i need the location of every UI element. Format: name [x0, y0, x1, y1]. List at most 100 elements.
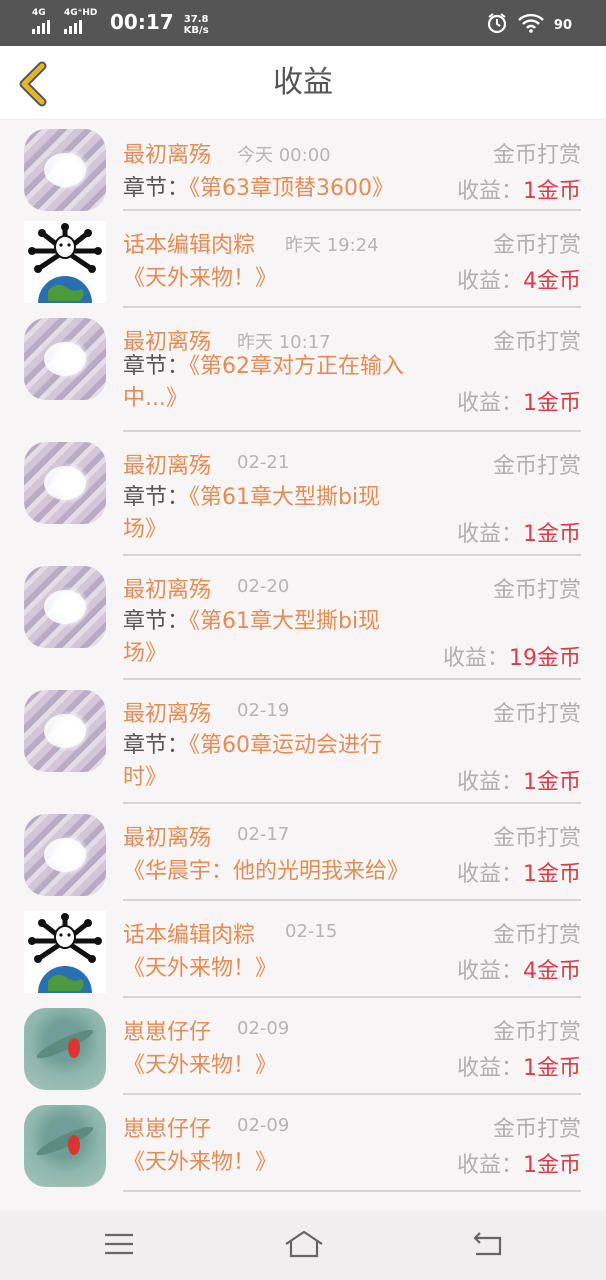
earn-label: 收益：: [456, 770, 523, 795]
list-item[interactable]: 话本编辑肉粽 02-15 金币打赏 《天外来物！》 收益：4金币: [0, 901, 606, 998]
work-title-line2[interactable]: 场》: [123, 638, 167, 669]
list-item[interactable]: 话本编辑肉粽 昨天 19:24 金币打赏 《天外来物！》 收益：4金币: [0, 211, 606, 308]
list-item-content: 最初离殇 02-17 金币打赏 《华晨宇：他的光明我来给》 收益：1金币: [123, 804, 581, 901]
earn-label: 收益：: [456, 269, 523, 294]
speed-value: 37.8: [183, 14, 209, 25]
username[interactable]: 最初离殇: [123, 448, 211, 480]
earn-label: 收益：: [456, 862, 523, 887]
home-button[interactable]: [284, 1226, 324, 1262]
work-title[interactable]: 章节：《第60章运动会进行: [123, 730, 382, 761]
chapter-prefix: 章节：: [123, 176, 190, 201]
avatar[interactable]: [24, 318, 106, 400]
earn-amount: 1金币: [523, 179, 581, 204]
battery-indicator: 90: [553, 17, 572, 33]
list-item[interactable]: 最初离殇 昨天 10:17 金币打赏 章节：《第62章对方正在输入 中...》 …: [0, 308, 606, 432]
earn-label: 收益：: [456, 391, 523, 416]
avatar[interactable]: [24, 690, 106, 772]
app-header: 收益: [0, 46, 606, 120]
list-item[interactable]: 崽崽仔仔 02-09 金币打赏 《天外来物！》 收益：1金币: [0, 998, 606, 1095]
avatar[interactable]: [24, 221, 106, 303]
system-nav-bar: [0, 1210, 606, 1280]
timestamp: 今天 00:00: [237, 145, 331, 166]
avatar[interactable]: [24, 442, 106, 524]
timestamp: 02-21: [237, 452, 290, 473]
network-label-2: 4G⁺HD: [64, 8, 98, 18]
list-item[interactable]: 最初离殇 今天 00:00 金币打赏 章节：《第63章顶替3600》 收益：1金…: [0, 121, 606, 211]
network-label-1: 4G: [32, 8, 46, 18]
chapter-prefix: 章节：: [123, 733, 190, 758]
chapter-prefix: 章节：: [123, 609, 190, 634]
timestamp: 02-17: [237, 824, 290, 845]
list-item-content: 最初离殇 今天 00:00 金币打赏 章节：《第63章顶替3600》 收益：1金…: [123, 121, 581, 211]
username[interactable]: 最初离殇: [123, 696, 211, 728]
timestamp: 02-19: [237, 700, 290, 721]
work-title[interactable]: 《天外来物！》: [123, 1147, 277, 1178]
work-title[interactable]: 《天外来物！》: [123, 263, 277, 294]
username[interactable]: 最初离殇: [123, 572, 211, 604]
earnings: 收益：1金币: [457, 173, 581, 205]
username[interactable]: 崽崽仔仔: [123, 1014, 211, 1046]
earnings: 收益：1金币: [457, 764, 581, 796]
work-title-line2[interactable]: 中...》: [123, 383, 188, 414]
reward-type: 金币打赏: [492, 578, 581, 603]
avatar[interactable]: [24, 1105, 106, 1187]
earn-amount: 4金币: [523, 959, 581, 984]
username[interactable]: 话本编辑肉粽: [123, 917, 255, 949]
list-item-content: 最初离殇 昨天 10:17 金币打赏 章节：《第62章对方正在输入 中...》 …: [123, 308, 581, 432]
reward-type: 金币打赏: [492, 826, 581, 851]
earnings: 收益：1金币: [457, 1147, 581, 1179]
work-title[interactable]: 章节：《第61章大型撕bi现: [123, 482, 380, 513]
work-title-line1: 《华晨宇：他的光明我来给》: [123, 859, 410, 884]
work-title-line2[interactable]: 场》: [123, 514, 167, 545]
earn-label: 收益：: [456, 959, 523, 984]
username[interactable]: 崽崽仔仔: [123, 1111, 211, 1143]
avatar[interactable]: [24, 1008, 106, 1090]
avatar[interactable]: [24, 814, 106, 896]
earnings: 收益：1金币: [457, 1050, 581, 1082]
work-title[interactable]: 章节：《第62章对方正在输入: [123, 351, 404, 382]
work-title-line2[interactable]: 时》: [123, 762, 167, 793]
reward-type: 金币打赏: [492, 702, 581, 727]
earn-label: 收益：: [456, 179, 523, 204]
list-item[interactable]: 最初离殇 02-20 金币打赏 章节：《第61章大型撕bi现 场》 收益：19金…: [0, 556, 606, 680]
wifi-icon: [518, 13, 544, 37]
timestamp: 02-20: [237, 576, 290, 597]
earn-amount: 1金币: [523, 391, 581, 416]
work-title[interactable]: 《天外来物！》: [123, 953, 277, 984]
avatar[interactable]: [24, 129, 106, 211]
timestamp: 昨天 19:24: [285, 235, 379, 256]
menu-button[interactable]: [101, 1226, 137, 1262]
reward-type: 金币打赏: [492, 454, 581, 479]
work-title[interactable]: 章节：《第61章大型撕bi现: [123, 606, 380, 637]
alarm-icon: [486, 12, 508, 38]
work-title[interactable]: 章节：《第63章顶替3600》: [123, 173, 394, 204]
reward-type: 金币打赏: [492, 330, 581, 355]
signal-icon: 4G⁺HD: [64, 8, 98, 36]
reward-type: 金币打赏: [492, 143, 581, 168]
return-button[interactable]: [470, 1226, 506, 1262]
list-item[interactable]: 最初离殇 02-21 金币打赏 章节：《第61章大型撕bi现 场》 收益：1金币: [0, 432, 606, 556]
earn-amount: 1金币: [523, 862, 581, 887]
earn-label: 收益：: [456, 1153, 523, 1178]
work-title-line1: 《第62章对方正在输入: [189, 354, 405, 379]
earnings: 收益：1金币: [457, 856, 581, 888]
list-item[interactable]: 最初离殇 02-19 金币打赏 章节：《第60章运动会进行 时》 收益：1金币: [0, 680, 606, 804]
avatar[interactable]: [24, 566, 106, 648]
earn-amount: 1金币: [523, 1056, 581, 1081]
avatar[interactable]: [24, 911, 106, 993]
username[interactable]: 话本编辑肉粽: [123, 227, 255, 259]
earn-label: 收益：: [442, 646, 509, 671]
list-item[interactable]: 最初离殇 02-17 金币打赏 《华晨宇：他的光明我来给》 收益：1金币: [0, 804, 606, 901]
list-item-content: 话本编辑肉粽 02-15 金币打赏 《天外来物！》 收益：4金币: [123, 901, 581, 998]
work-title[interactable]: 《天外来物！》: [123, 1050, 277, 1081]
list-item-content: 最初离殇 02-20 金币打赏 章节：《第61章大型撕bi现 场》 收益：19金…: [123, 556, 581, 680]
work-title[interactable]: 《华晨宇：他的光明我来给》: [123, 856, 409, 887]
earnings-list: 最初离殇 今天 00:00 金币打赏 章节：《第63章顶替3600》 收益：1金…: [0, 121, 606, 1192]
earn-amount: 1金币: [523, 770, 581, 795]
work-title-line1: 《第60章运动会进行: [189, 733, 383, 758]
username[interactable]: 最初离殇: [123, 137, 211, 169]
return-icon: [473, 1232, 502, 1256]
earn-amount: 4金币: [523, 269, 581, 294]
username[interactable]: 最初离殇: [123, 820, 211, 852]
list-item[interactable]: 崽崽仔仔 02-09 金币打赏 《天外来物！》 收益：1金币: [0, 1095, 606, 1192]
